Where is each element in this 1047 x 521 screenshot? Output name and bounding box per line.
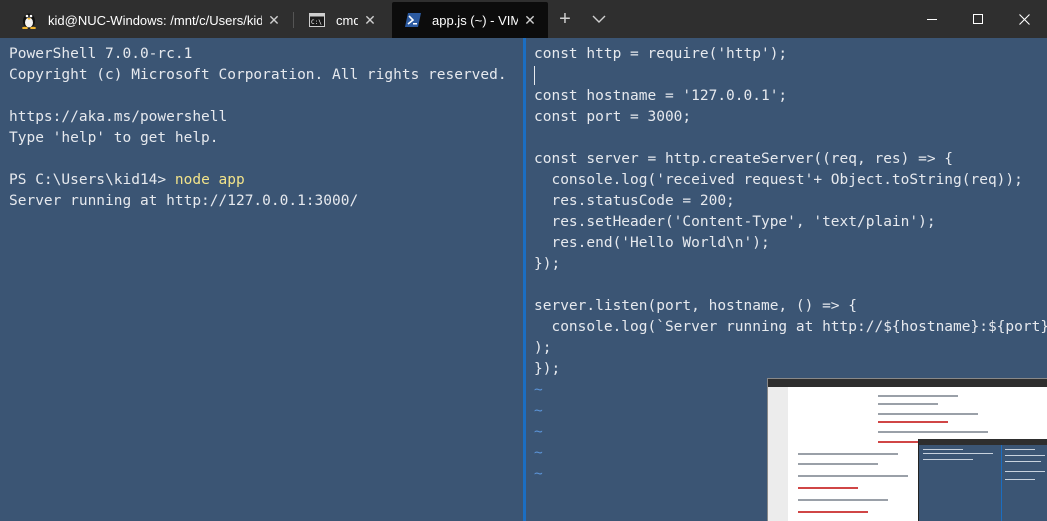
new-tab-button[interactable]: +	[552, 6, 578, 32]
close-icon	[1018, 13, 1030, 25]
thumbnail-terminal-text	[923, 449, 963, 450]
text-cursor	[534, 65, 535, 85]
code-line-cursor	[534, 65, 1039, 86]
minimize-button[interactable]	[909, 0, 955, 38]
thumbnail-sidebar	[768, 387, 788, 521]
linux-penguin-icon	[20, 11, 38, 29]
thumbnail-text	[798, 499, 888, 501]
maximize-icon	[973, 14, 983, 24]
thumbnail-text	[878, 395, 958, 397]
tab-bar: kid@NUC-Windows: /mnt/c/Users/kid14 ✕ C:…	[0, 0, 1047, 38]
terminal-line: https://aka.ms/powershell	[9, 109, 228, 125]
code-line: const port = 3000;	[534, 109, 692, 125]
cmd-icon: C:\	[308, 11, 326, 29]
close-window-button[interactable]	[1001, 0, 1047, 38]
thumbnail-text	[878, 403, 938, 405]
screen-thumbnail[interactable]	[767, 378, 1047, 521]
terminal-line: Server running at http://127.0.0.1:3000/	[9, 193, 359, 209]
thumbnail-text	[798, 463, 878, 465]
code-line: server.listen(port, hostname, () => {	[534, 298, 858, 314]
code-line: res.statusCode = 200;	[534, 193, 735, 209]
thumbnail-terminal-text	[1005, 449, 1035, 450]
terminal-line: Copyright (c) Microsoft Corporation. All…	[9, 67, 507, 83]
code-line: res.setHeader('Content-Type', 'text/plai…	[534, 214, 936, 230]
thumbnail-terminal-text	[1005, 455, 1045, 456]
code-line: );	[534, 340, 552, 356]
tab-label: app.js (~) - VIM	[432, 12, 518, 28]
prompt: PS C:\Users\kid14>	[9, 172, 175, 188]
powershell-pane[interactable]: PowerShell 7.0.0-rc.1 Copyright (c) Micr…	[0, 38, 523, 521]
code-line: res.end('Hello World\n');	[534, 235, 770, 251]
thumbnail-text	[878, 413, 978, 415]
code-line: const server = http.createServer((req, r…	[534, 151, 954, 167]
thumbnail-terminal-text	[1005, 471, 1045, 472]
terminal-line: PowerShell 7.0.0-rc.1	[9, 46, 193, 62]
close-tab-icon[interactable]: ✕	[518, 8, 542, 32]
code-line: });	[534, 256, 561, 272]
tab-wsl[interactable]: kid@NUC-Windows: /mnt/c/Users/kid14 ✕	[8, 2, 292, 38]
thumbnail-terminal-text	[1005, 479, 1035, 480]
thumbnail-text	[798, 511, 868, 513]
code-line: console.log(`Server running at http://${…	[534, 319, 1047, 335]
tab-vim[interactable]: app.js (~) - VIM ✕	[392, 2, 548, 38]
svg-text:C:\: C:\	[311, 19, 322, 26]
code-line: });	[534, 361, 561, 377]
chevron-down-icon	[592, 15, 606, 23]
prompt-command: node app	[174, 172, 245, 188]
thumbnail-text	[798, 487, 858, 489]
tab-label: kid@NUC-Windows: /mnt/c/Users/kid14	[48, 12, 262, 28]
thumbnail-text	[878, 421, 948, 423]
code-line: const http = require('http');	[534, 46, 788, 62]
thumbnail-terminal-text	[1005, 461, 1041, 462]
tab-cmd[interactable]: C:\ cmd ✕	[296, 2, 388, 38]
thumbnail-text	[798, 475, 908, 477]
minimize-icon	[927, 19, 937, 20]
terminal-window: kid@NUC-Windows: /mnt/c/Users/kid14 ✕ C:…	[0, 0, 1047, 521]
maximize-button[interactable]	[955, 0, 1001, 38]
dropdown-button[interactable]	[586, 6, 612, 32]
powershell-icon	[404, 11, 422, 29]
thumbnail-titlebar	[768, 379, 1047, 387]
code-line: console.log('received request'+ Object.t…	[534, 172, 1023, 188]
prompt-line: PS C:\Users\kid14> node app	[9, 170, 514, 191]
close-tab-icon[interactable]: ✕	[358, 8, 382, 32]
tab-separator	[293, 12, 294, 28]
thumbnail-terminal-text	[923, 453, 993, 454]
tab-label: cmd	[336, 12, 358, 28]
thumbnail-text	[798, 453, 898, 455]
thumbnail-terminal	[918, 439, 1047, 521]
thumbnail-text	[878, 431, 988, 433]
thumbnail-terminal-text	[923, 459, 973, 460]
close-tab-icon[interactable]: ✕	[262, 8, 286, 32]
thumbnail-terminal-divider	[1001, 445, 1002, 521]
terminal-line: Type 'help' to get help.	[9, 130, 219, 146]
thumbnail-terminal-bar	[919, 439, 1047, 445]
code-line: const hostname = '127.0.0.1';	[534, 88, 788, 104]
